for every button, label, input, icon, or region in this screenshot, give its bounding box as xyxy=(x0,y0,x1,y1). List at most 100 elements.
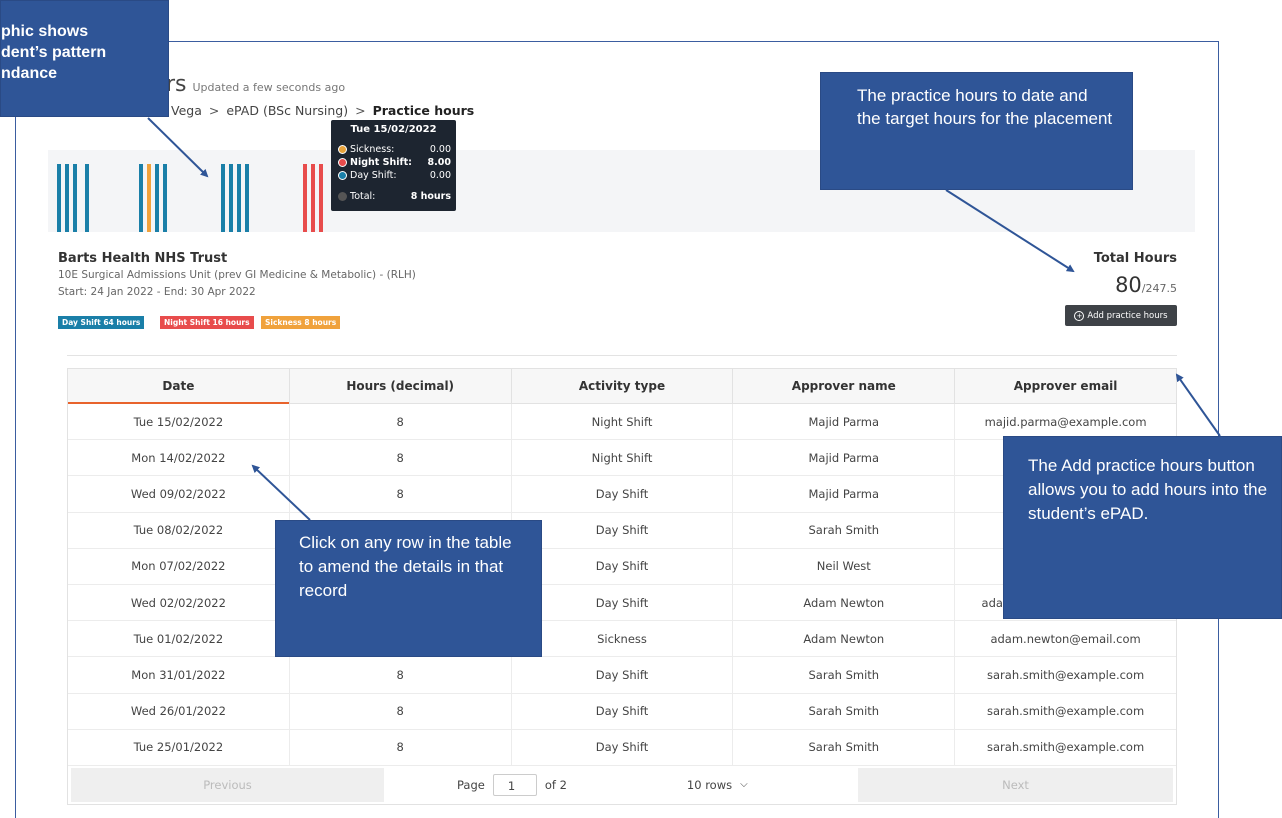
breadcrumb-item-current: Practice hours xyxy=(372,103,475,118)
attendance-bar[interactable] xyxy=(303,164,307,232)
table-cell: Sarah Smith xyxy=(733,729,956,765)
attendance-bar[interactable] xyxy=(319,164,323,232)
table-cell: Sickness xyxy=(512,621,734,657)
callout-add-hours: The Add practice hours button allows you… xyxy=(1003,436,1282,619)
previous-button[interactable]: Previous xyxy=(71,767,384,802)
callout-practice-hours: The practice hours to date and the targe… xyxy=(820,72,1133,190)
table-cell: Wed 09/02/2022 xyxy=(68,476,290,512)
attendance-bar[interactable] xyxy=(245,164,249,232)
table-cell: Neil West xyxy=(733,548,956,584)
table-cell: 8 xyxy=(290,693,512,729)
attendance-bar[interactable] xyxy=(73,164,77,232)
day-shift-badge: Day Shift 64 hours xyxy=(58,316,145,329)
total-hours-label: Total Hours xyxy=(1093,251,1177,266)
day-shift-dot-icon xyxy=(338,170,347,180)
breadcrumb: Vega > ePAD (BSc Nursing) > Practice hours xyxy=(171,103,474,118)
table-cell: Tue 15/02/2022 xyxy=(68,404,290,440)
plus-circle-icon: + xyxy=(1074,310,1085,321)
column-header-approver-email[interactable]: Approver email xyxy=(955,369,1176,403)
table-cell: Tue 01/02/2022 xyxy=(68,621,290,657)
table-cell: Day Shift xyxy=(512,476,734,512)
table-cell: 8 xyxy=(290,729,512,765)
chart-tooltip: Tue 15/02/2022 Sickness: 0.00 Night Shift… xyxy=(331,120,456,211)
table-cell: Night Shift xyxy=(512,440,734,476)
updated-text: Updated a few seconds ago xyxy=(192,81,346,94)
divider xyxy=(67,355,1177,356)
column-header-hours[interactable]: Hours (decimal) xyxy=(290,369,512,403)
table-row[interactable]: Mon 31/01/2022 8 Day Shift Sarah Smith sarah… xyxy=(68,657,1176,694)
pagination: Previous Page 1 of 2 10 rows ⌵ Next xyxy=(68,765,1176,804)
unit-name: 10E Surgical Admissions Unit (prev GI Me… xyxy=(58,269,416,281)
table-row[interactable]: Tue 25/01/2022 8 Day Shift Sarah Smith sarah… xyxy=(68,729,1176,766)
table-cell: Day Shift xyxy=(512,693,734,729)
table-cell: majid.parma@example.com xyxy=(984,414,1147,429)
table-cell: Wed 26/01/2022 xyxy=(68,693,290,729)
page-number-input[interactable]: 1 xyxy=(492,773,537,796)
table-cell: Majid Parma xyxy=(733,404,956,440)
page-title: urs Updated a few seconds ago xyxy=(152,72,345,97)
tooltip-row-sickness: Sickness: 0.00 xyxy=(338,143,451,155)
chevron-right-icon: > xyxy=(208,103,220,118)
tooltip-label: Sickness: xyxy=(350,143,395,155)
placement-dates: Start: 24 Jan 2022 - End: 30 Apr 2022 xyxy=(58,286,256,298)
callout-graphic-line: ndance xyxy=(1,65,58,82)
table-cell: Sarah Smith xyxy=(733,657,956,693)
table-cell: Day Shift xyxy=(512,729,734,765)
table-cell: Night Shift xyxy=(512,404,734,440)
table-cell: sarah.smith@example.com xyxy=(987,704,1145,719)
table-row[interactable]: Tue 01/02/20228SicknessAdam Newtonadam.n… xyxy=(68,621,1176,658)
table-cell: Adam Newton xyxy=(733,621,956,657)
column-header-approver-name[interactable]: Approver name xyxy=(733,369,956,403)
table-row[interactable]: Wed 26/01/2022 8 Day Shift Sarah Smith sarah… xyxy=(68,693,1176,730)
attendance-bar[interactable] xyxy=(57,164,61,232)
add-practice-hours-label: Add practice hours xyxy=(1087,310,1168,321)
column-header-activity[interactable]: Activity type xyxy=(512,369,734,403)
night-shift-dot-icon xyxy=(338,157,347,167)
next-button[interactable]: Next xyxy=(858,767,1173,802)
table-cell: 8 xyxy=(290,657,512,693)
callout-click-row: Click on any row in the table to amend t… xyxy=(275,520,542,657)
callout-graphic-line: phic shows xyxy=(1,23,89,40)
table-cell: adam.newton@email.com xyxy=(990,631,1141,646)
page-controls: Page 1 of 2 10 rows ⌵ xyxy=(387,773,855,796)
hours-to-date: 80 xyxy=(1115,273,1142,297)
breadcrumb-item-student[interactable]: Vega xyxy=(171,103,202,118)
sickness-badge: Sickness 8 hours xyxy=(261,316,341,329)
table-cell: Day Shift xyxy=(512,584,734,621)
total-dot-icon xyxy=(338,191,347,201)
table-cell: Mon 31/01/2022 xyxy=(68,657,290,693)
total-hours-value: 80/247.5 xyxy=(1115,273,1177,297)
attendance-bar[interactable] xyxy=(65,164,69,232)
table-row[interactable]: Tue 15/02/2022 8 Night Shift Majid Parma maj… xyxy=(68,404,1176,441)
trust-name: Barts Health NHS Trust xyxy=(58,251,228,266)
attendance-bar[interactable] xyxy=(229,164,233,232)
breadcrumb-item-epad[interactable]: ePAD (BSc Nursing) xyxy=(226,103,348,118)
table-cell: Day Shift xyxy=(512,657,734,693)
attendance-bar[interactable] xyxy=(237,164,241,232)
attendance-bar[interactable] xyxy=(311,164,315,232)
tooltip-label: Total: xyxy=(350,190,376,202)
attendance-bar[interactable] xyxy=(155,164,159,232)
page-label: Page xyxy=(457,777,485,792)
tooltip-row-total: Total: 8 hours xyxy=(338,190,451,202)
table-header: Date Hours (decimal) Activity type Appro… xyxy=(68,369,1176,404)
attendance-bar[interactable] xyxy=(85,164,89,232)
tooltip-date: Tue 15/02/2022 xyxy=(350,124,437,135)
table-cell: Mon 14/02/2022 xyxy=(68,440,290,476)
tooltip-label: Day Shift: xyxy=(350,169,397,181)
column-header-date[interactable]: Date xyxy=(68,369,290,404)
attendance-bar[interactable] xyxy=(147,164,151,232)
attendance-bar[interactable] xyxy=(139,164,143,232)
page-count: of 2 xyxy=(544,777,567,792)
table-cell: 8 xyxy=(290,440,512,476)
table-cell: Majid Parma xyxy=(733,440,956,476)
rows-per-page-select[interactable]: 10 rows ⌵ xyxy=(687,778,748,792)
add-practice-hours-button[interactable]: + Add practice hours xyxy=(1065,305,1177,326)
attendance-bar[interactable] xyxy=(163,164,167,232)
sickness-dot-icon xyxy=(338,144,347,154)
attendance-bar[interactable] xyxy=(221,164,225,232)
table-cell: 8 xyxy=(290,404,512,440)
table-cell: sarah.smith@example.com xyxy=(987,740,1145,755)
table-cell: Day Shift xyxy=(512,548,734,584)
tooltip-row-day: Day Shift: 0.00 xyxy=(338,169,451,181)
